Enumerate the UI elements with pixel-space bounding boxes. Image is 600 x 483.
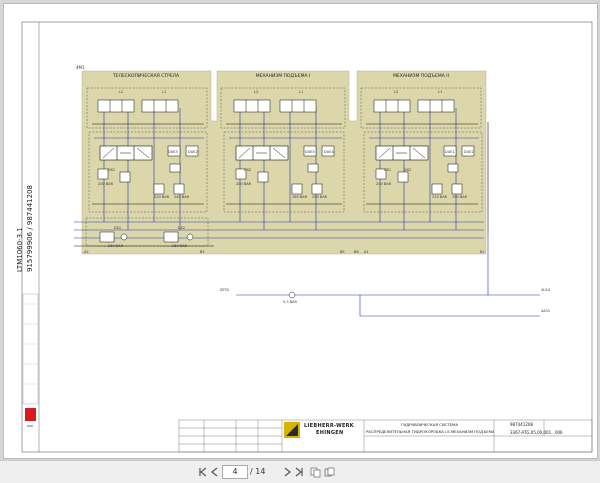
drawing-number: 987441208: [510, 422, 533, 427]
shuttle-label: DUE1: [445, 150, 455, 154]
check-valve-symbol: [288, 291, 296, 299]
last-page-icon: [295, 467, 303, 477]
sheet-number: 3367-ATG,05,00,001.. 006: [510, 430, 563, 435]
shuttle-label: DUE4: [324, 150, 334, 154]
shuttle-label: DUE5: [305, 150, 315, 154]
brand-name: LIEBHERR-WERK: [304, 423, 354, 429]
liebherr-logo-mark: [25, 408, 36, 421]
port-label: B6: [354, 250, 359, 254]
copy-page-button[interactable]: [308, 465, 322, 479]
pressure-label: 140 BAR: [174, 195, 190, 199]
pressure-label: 250 BAR: [312, 195, 328, 199]
document-numbers: 915799906 / 987441208: [26, 185, 34, 272]
section-title-hoist-2: МЕХАНИЗМ ПОДЪЕМА II: [393, 74, 449, 79]
viewer-toolbar: 4 / 14: [0, 460, 600, 483]
line-tag-left: ZETA: [220, 288, 229, 292]
pressure-label: 200 BAR: [98, 182, 114, 186]
prev-page-icon: [211, 467, 218, 477]
port-label: B1: [480, 250, 485, 254]
pressure-label: 220 BAR: [154, 195, 170, 199]
svg-text:LWE: LWE: [27, 424, 33, 428]
pressure-label: 260 BAR: [292, 195, 308, 199]
valve-label: L1: [438, 90, 443, 94]
valve-label: L1: [162, 90, 167, 94]
copy-icon: [310, 467, 320, 477]
ds-label: DS1: [384, 168, 392, 172]
model-label: LTM1060-3.1: [16, 227, 24, 272]
pressure-label: 210 BAR: [432, 195, 448, 199]
ds-label: DS2: [404, 168, 412, 172]
shuttle-label: DUE2: [464, 150, 474, 154]
corner-label: 4M1: [76, 65, 85, 70]
prev-page-button[interactable]: [208, 465, 222, 479]
drawing-title-2: РАСПРЕДЕЛИТЕЛЬНАЯ ГИДРОКОРОБКА LS МЕХАНИ…: [366, 429, 494, 434]
valve-label: L2: [119, 90, 124, 94]
page-number-input[interactable]: 4: [222, 465, 248, 479]
fit-page-button[interactable]: [322, 465, 336, 479]
port-label: A2: [84, 250, 89, 254]
section-title-hoist-1: МЕХАНИЗМ ПОДЪЕМА I: [255, 74, 311, 79]
document-viewer: LWE LTM1060-3.1 915799906 / 987441208 4M…: [0, 0, 600, 460]
line-tag-right-bottom: 4A31: [541, 309, 551, 313]
pages-icon: [324, 467, 334, 476]
hydraulic-schematic: LWE: [21, 21, 593, 453]
lower-pressure-label: 260 BAR: [172, 244, 188, 248]
brand-location: EHINGEN: [316, 430, 344, 436]
check-valve-pressure: 0,3 BAR: [283, 300, 297, 304]
last-page-button[interactable]: [292, 465, 306, 479]
document-page: LWE LTM1060-3.1 915799906 / 987441208 4M…: [3, 3, 598, 459]
page-total: / 14: [250, 467, 266, 476]
port-label: B5: [340, 250, 345, 254]
drawing-title-1: ГИДРАВЛИЧЕСКАЯ СИСТЕМА: [401, 422, 458, 427]
valve-label: L2: [394, 90, 399, 94]
first-page-icon: [199, 467, 207, 477]
port-label: B2: [200, 250, 205, 254]
line-tag-right-top: 4U10: [541, 288, 551, 292]
lower-pressure-label: 260 BAR: [108, 244, 124, 248]
next-page-icon: [284, 467, 291, 477]
lower-valve-label: DS1: [114, 226, 122, 230]
pressure-label: 190 BAR: [452, 195, 468, 199]
shuttle-label: DUE2: [188, 150, 198, 154]
pressure-label: 200 BAR: [236, 182, 252, 186]
ds-label: DS2: [244, 168, 252, 172]
section-panels: [81, 70, 487, 255]
port-label: A1: [364, 250, 369, 254]
valve-label: L2: [254, 90, 259, 94]
valve-label: L1: [299, 90, 304, 94]
pressure-label: 200 BAR: [376, 182, 392, 186]
section-title-boom: ТЕЛЕСКОПИЧЕСКАЯ СТРЕЛА: [112, 74, 180, 79]
ds-label: DS1: [108, 168, 116, 172]
shuttle-label: DUE3: [168, 150, 178, 154]
lower-valve-label: DS2: [178, 226, 186, 230]
